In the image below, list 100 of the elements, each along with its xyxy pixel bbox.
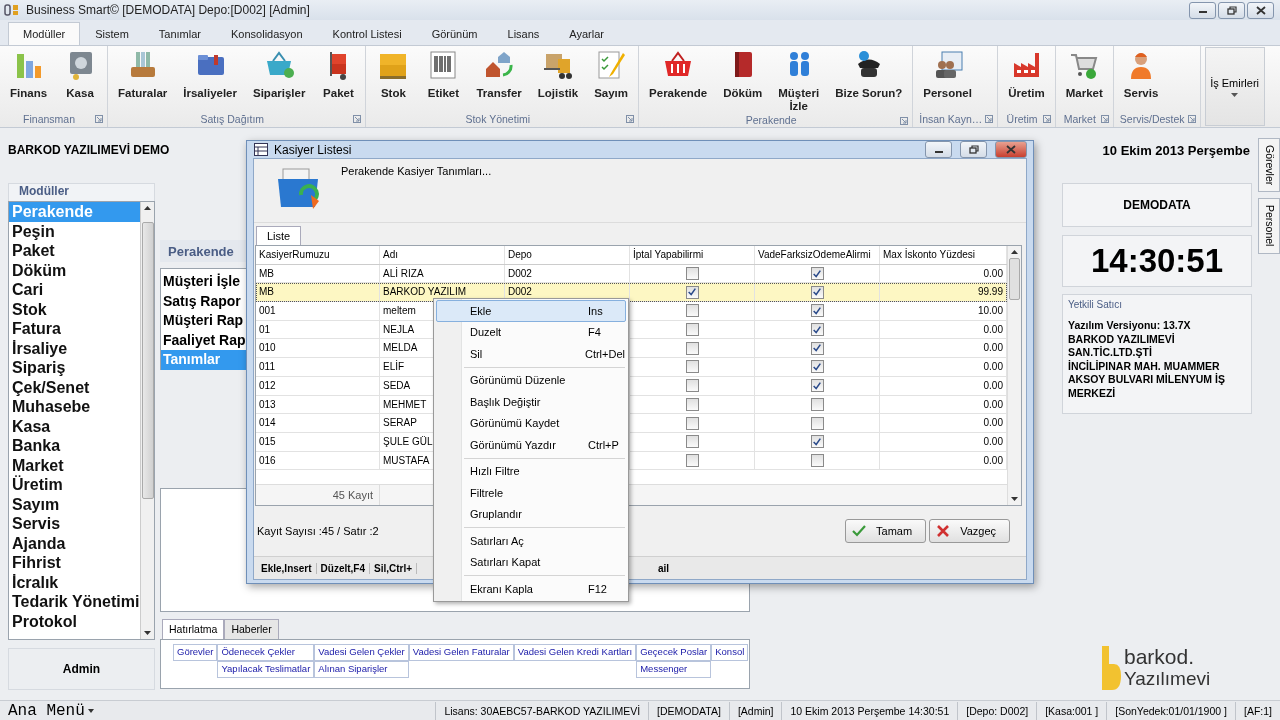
ribbon-tab[interactable]: Sistem <box>80 22 144 45</box>
checkbox[interactable] <box>685 285 699 299</box>
ribbon-button[interactable]: Servis <box>1115 46 1167 111</box>
close-button[interactable] <box>995 141 1027 158</box>
ribbon-button[interactable]: Paket <box>313 46 364 111</box>
checkbox[interactable] <box>685 435 699 449</box>
ribbon-button[interactable]: Döküm <box>715 46 771 113</box>
menu-item[interactable]: Ekranı Kapla F12 <box>436 578 626 600</box>
module-item[interactable]: Market <box>9 455 140 475</box>
module-item[interactable]: Fatura <box>9 319 140 339</box>
menu-item[interactable]: Satırları Aç <box>436 530 626 552</box>
side-tab[interactable]: Personel <box>1258 198 1280 254</box>
module-item[interactable]: Servis <box>9 514 140 534</box>
ribbon-button[interactable]: İrsaliyeler <box>175 46 245 111</box>
checkbox[interactable] <box>685 304 699 318</box>
checkbox[interactable] <box>810 397 824 411</box>
module-item[interactable]: Kasa <box>9 416 140 436</box>
close-button[interactable] <box>1247 1 1274 19</box>
menu-item[interactable]: Ekle Ins <box>436 300 626 322</box>
tab[interactable]: Hatırlatma <box>162 619 225 639</box>
checkbox[interactable] <box>810 453 824 467</box>
module-item[interactable]: Çek/Senet <box>9 377 140 397</box>
ribbon-button[interactable]: Kasa <box>55 46 106 111</box>
checkbox[interactable] <box>685 453 699 467</box>
link[interactable]: Görevler <box>173 644 218 661</box>
link[interactable]: Messenger <box>636 661 712 678</box>
checkbox[interactable] <box>685 360 699 374</box>
checkbox[interactable] <box>810 285 824 299</box>
link[interactable]: Vadesi Gelen Faturalar <box>408 644 514 661</box>
checkbox[interactable] <box>685 416 699 430</box>
menu-item[interactable]: Müşteri İşle <box>161 272 246 292</box>
checkbox[interactable] <box>685 397 699 411</box>
column-header[interactable]: KasiyerRumuzu <box>256 246 380 264</box>
link[interactable]: Ödenecek Çekler <box>217 644 315 661</box>
main-menu-button[interactable]: Ana Menü <box>0 701 94 720</box>
module-item[interactable]: Stok <box>9 299 140 319</box>
ribbon-tab[interactable]: Modüller <box>8 22 81 45</box>
checkbox[interactable] <box>810 323 824 337</box>
ribbon-button[interactable]: Transfer <box>468 46 530 111</box>
dropdown-button[interactable]: İş Emirleri <box>1204 47 1265 126</box>
checkbox[interactable] <box>685 341 699 355</box>
restore-button[interactable] <box>1218 1 1245 19</box>
module-item[interactable]: Banka <box>9 436 140 456</box>
module-item[interactable]: Tedarik Yönetimi <box>9 592 140 612</box>
module-item[interactable]: İcralık <box>9 572 140 592</box>
ribbon-tab[interactable]: Lisans <box>492 22 555 45</box>
link[interactable]: Vadesi Gelen Kredi Kartları <box>513 644 637 661</box>
ribbon-button[interactable]: Lojistik <box>529 46 587 111</box>
ribbon-tab[interactable]: Tanımlar <box>143 22 216 45</box>
tab[interactable]: Haberler <box>224 619 279 639</box>
checkbox[interactable] <box>810 435 824 449</box>
ribbon-tab[interactable]: Kontrol Listesi <box>317 22 417 45</box>
module-item[interactable]: Sayım <box>9 494 140 514</box>
cancel-button[interactable]: Vazgeç <box>929 519 1010 543</box>
ribbon-button[interactable]: Etiket <box>418 46 469 111</box>
checkbox[interactable] <box>810 416 824 430</box>
minimize-button[interactable] <box>1189 1 1216 19</box>
module-item[interactable]: Döküm <box>9 260 140 280</box>
scrollbar-thumb[interactable] <box>141 222 154 499</box>
column-header[interactable]: Depo <box>505 246 630 264</box>
column-header[interactable]: Adı <box>380 246 505 264</box>
table-row[interactable]: MB BARKOD YAZILIM D002 99.99 <box>256 283 1007 303</box>
scrollbar-thumb[interactable] <box>1009 258 1020 300</box>
link[interactable]: Alınan Siparişler <box>314 661 409 678</box>
menu-item[interactable]: Faaliyet Rap <box>161 330 246 350</box>
module-item[interactable]: İrsaliye <box>9 338 140 358</box>
menu-item[interactable]: Gruplandır <box>436 503 626 525</box>
module-item[interactable]: Ajanda <box>9 533 140 553</box>
ribbon-tab[interactable]: Konsolidasyon <box>216 22 318 45</box>
checkbox[interactable] <box>810 304 824 318</box>
scrollbar[interactable] <box>140 202 154 639</box>
ribbon-tab[interactable]: Görünüm <box>416 22 493 45</box>
module-item[interactable]: Üretim <box>9 475 140 495</box>
menu-item[interactable]: Filtrele <box>436 482 626 504</box>
ribbon-tab[interactable]: Ayarlar <box>554 22 619 45</box>
column-header[interactable]: VadeFarksizOdemeAlirmi <box>755 246 880 264</box>
tab[interactable]: Liste <box>256 226 302 245</box>
link[interactable]: Yapılacak Teslimatlar <box>217 661 315 678</box>
checkbox[interactable] <box>810 379 824 393</box>
scrollbar[interactable] <box>1007 246 1021 505</box>
restore-button[interactable] <box>960 141 987 158</box>
menu-item[interactable]: Satış Rapor <box>161 291 246 311</box>
ribbon-button[interactable]: Perakende <box>641 46 716 113</box>
checkbox[interactable] <box>685 379 699 393</box>
minimize-button[interactable] <box>925 141 952 158</box>
link[interactable]: Konsol <box>711 644 749 661</box>
module-item[interactable]: Paket <box>9 241 140 261</box>
link[interactable]: Vadesi Gelen Çekler <box>314 644 409 661</box>
module-item[interactable]: Cari <box>9 280 140 300</box>
ribbon-button[interactable]: Sayım <box>586 46 637 111</box>
ribbon-button[interactable]: Müşteri İzle <box>770 46 828 113</box>
ribbon-button[interactable]: Siparişler <box>245 46 314 111</box>
ribbon-button[interactable]: Finans <box>2 46 56 111</box>
checkbox[interactable] <box>810 341 824 355</box>
menu-item[interactable]: Satırları Kapat <box>436 551 626 573</box>
checkbox[interactable] <box>685 323 699 337</box>
module-item[interactable]: Protokol <box>9 611 140 631</box>
side-tab[interactable]: Görevler <box>1258 138 1280 193</box>
module-item[interactable]: Sipariş <box>9 358 140 378</box>
module-item[interactable]: Peşin <box>9 221 140 241</box>
